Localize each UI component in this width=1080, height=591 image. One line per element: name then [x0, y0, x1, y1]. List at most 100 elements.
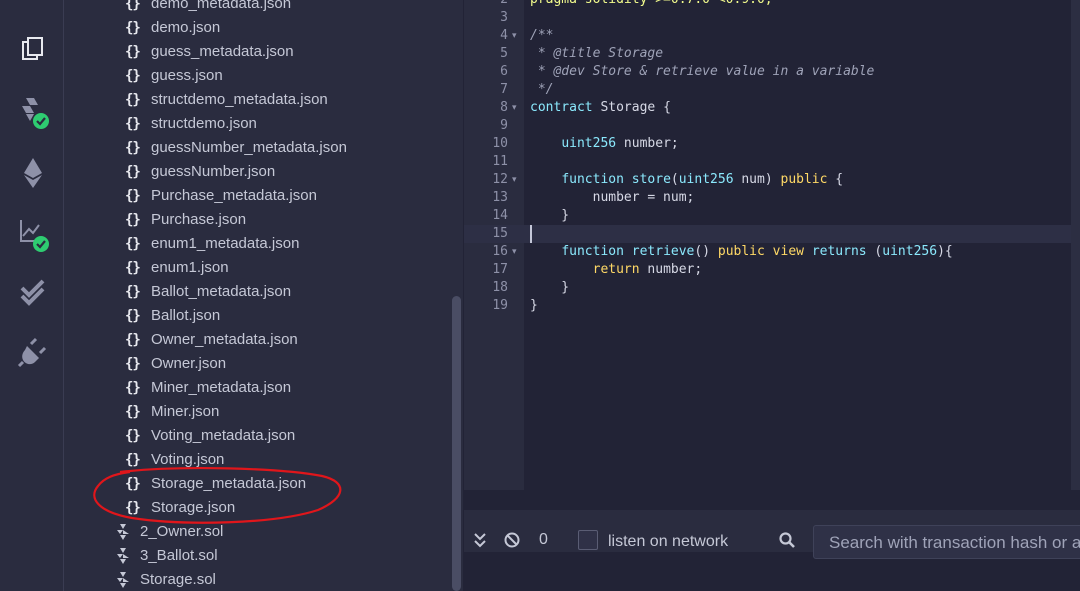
analysis-icon[interactable]	[14, 214, 52, 252]
file-name: Ballot.json	[151, 307, 221, 324]
file-item[interactable]: {} Owner.json	[125, 352, 226, 376]
json-file-icon: {}	[125, 452, 141, 468]
line-number: 12	[492, 172, 508, 187]
search-icon	[778, 531, 796, 554]
solidity-compiler-icon[interactable]	[14, 94, 52, 132]
file-item[interactable]: {} enum1.json	[125, 256, 229, 280]
file-item[interactable]: {} Storage_metadata.json	[125, 472, 306, 496]
code-line: * @dev Store & retrieve value in a varia…	[530, 64, 875, 79]
json-file-icon: {}	[125, 20, 141, 36]
collapse-terminal-icon[interactable]	[472, 531, 488, 554]
file-name: Miner.json	[151, 403, 220, 420]
active-line-highlight	[464, 225, 1080, 243]
json-file-icon: {}	[125, 260, 141, 276]
file-name: 2_Owner.sol	[140, 523, 224, 540]
clear-console-icon[interactable]	[503, 531, 521, 554]
code-line: pragma solidity >=0.7.0 <0.9.0;	[530, 0, 773, 9]
file-item[interactable]: {} Voting.json	[125, 448, 224, 472]
file-item[interactable]: {} Storage.json	[125, 496, 235, 520]
listen-network-checkbox[interactable]	[578, 530, 598, 550]
line-number: 3	[500, 10, 508, 25]
file-item[interactable]: {} Purchase.json	[125, 208, 246, 232]
line-number: 19	[492, 298, 508, 313]
line-number: 4	[500, 28, 508, 43]
json-file-icon: {}	[125, 356, 141, 372]
file-item[interactable]: {} Voting_metadata.json	[125, 424, 295, 448]
file-item[interactable]: 2_Owner.sol	[115, 520, 223, 544]
file-item[interactable]: {} demo.json	[125, 16, 220, 40]
file-name: guessNumber.json	[151, 163, 276, 180]
file-item[interactable]: {} demo_metadata.json	[125, 0, 291, 16]
file-name: demo.json	[151, 19, 221, 36]
line-number: 9	[500, 118, 508, 133]
json-file-icon: {}	[125, 428, 141, 444]
pending-tx-count: 0	[539, 531, 548, 548]
terminal-output	[464, 561, 1080, 591]
line-number: 15	[492, 226, 508, 241]
file-item[interactable]: 3_Ballot.sol	[115, 544, 218, 568]
file-item[interactable]: {} structdemo.json	[125, 112, 257, 136]
testing-icon[interactable]	[14, 274, 52, 312]
fold-toggle-icon[interactable]: ▾	[512, 243, 517, 261]
tx-search-input[interactable]: Search with transaction hash or address	[813, 525, 1080, 559]
file-item[interactable]: {} Miner_metadata.json	[125, 376, 291, 400]
plugin-manager-icon[interactable]	[14, 334, 52, 372]
line-number: 5	[500, 46, 508, 61]
json-file-icon: {}	[125, 380, 141, 396]
json-file-icon: {}	[125, 140, 141, 156]
json-file-icon: {}	[125, 164, 141, 180]
line-number: 6	[500, 64, 508, 79]
file-name: guess_metadata.json	[151, 43, 294, 60]
file-name: Miner_metadata.json	[151, 379, 292, 396]
file-item[interactable]: {} structdemo_metadata.json	[125, 88, 328, 112]
fold-toggle-icon[interactable]: ▾	[512, 99, 517, 117]
file-item[interactable]: {} guessNumber.json	[125, 160, 275, 184]
file-name: Purchase.json	[151, 211, 247, 228]
file-item[interactable]: {} guess.json	[125, 64, 223, 88]
file-item[interactable]: Storage.sol	[115, 568, 216, 591]
icon-panel	[0, 0, 64, 591]
line-number: 13	[492, 190, 508, 205]
file-item[interactable]: {} guess_metadata.json	[125, 40, 294, 64]
file-name: Purchase_metadata.json	[151, 187, 317, 204]
file-item[interactable]: {} guessNumber_metadata.json	[125, 136, 347, 160]
fold-toggle-icon[interactable]: ▾	[512, 171, 517, 189]
editor-minimap-strip	[1071, 0, 1080, 490]
line-number: 16	[492, 244, 508, 259]
json-file-icon: {}	[125, 212, 141, 228]
file-name: Storage.json	[151, 499, 236, 516]
file-explorer-icon[interactable]	[14, 32, 52, 70]
file-item[interactable]: {} Purchase_metadata.json	[125, 184, 317, 208]
file-item[interactable]: {} Ballot.json	[125, 304, 220, 328]
file-name: demo_metadata.json	[151, 0, 292, 12]
line-number: 8	[500, 100, 508, 115]
deploy-run-icon[interactable]	[14, 154, 52, 192]
file-item[interactable]: {} enum1_metadata.json	[125, 232, 299, 256]
text-cursor	[530, 225, 532, 243]
file-name: Owner_metadata.json	[151, 331, 298, 348]
code-line: }	[530, 298, 538, 313]
file-item[interactable]: {} Ballot_metadata.json	[125, 280, 291, 304]
listen-network-label: listen on network	[608, 533, 729, 550]
json-file-icon: {}	[125, 188, 141, 204]
file-name: 3_Ballot.sol	[140, 547, 218, 564]
explorer-scrollbar-thumb[interactable]	[452, 296, 461, 591]
code-editor[interactable]: 2pragma solidity >=0.7.0 <0.9.0;34▾/**5 …	[464, 0, 1080, 490]
solidity-file-icon	[115, 572, 140, 589]
code-line: function retrieve() public view returns …	[561, 244, 953, 259]
json-file-icon: {}	[125, 44, 141, 60]
code-line: * @title Storage	[530, 46, 664, 61]
file-name: Voting.json	[151, 451, 225, 468]
code-line: return number;	[592, 262, 703, 277]
json-file-icon: {}	[125, 332, 141, 348]
code-line: */	[530, 82, 554, 97]
fold-toggle-icon[interactable]: ▾	[512, 27, 517, 45]
code-line: }	[530, 280, 570, 295]
json-file-icon: {}	[125, 0, 141, 12]
json-file-icon: {}	[125, 500, 141, 516]
code-line: function store(uint256 num) public {	[561, 172, 844, 187]
file-item[interactable]: {} Owner_metadata.json	[125, 328, 298, 352]
json-file-icon: {}	[125, 308, 141, 324]
file-item[interactable]: {} Miner.json	[125, 400, 219, 424]
line-number: 10	[492, 136, 508, 151]
